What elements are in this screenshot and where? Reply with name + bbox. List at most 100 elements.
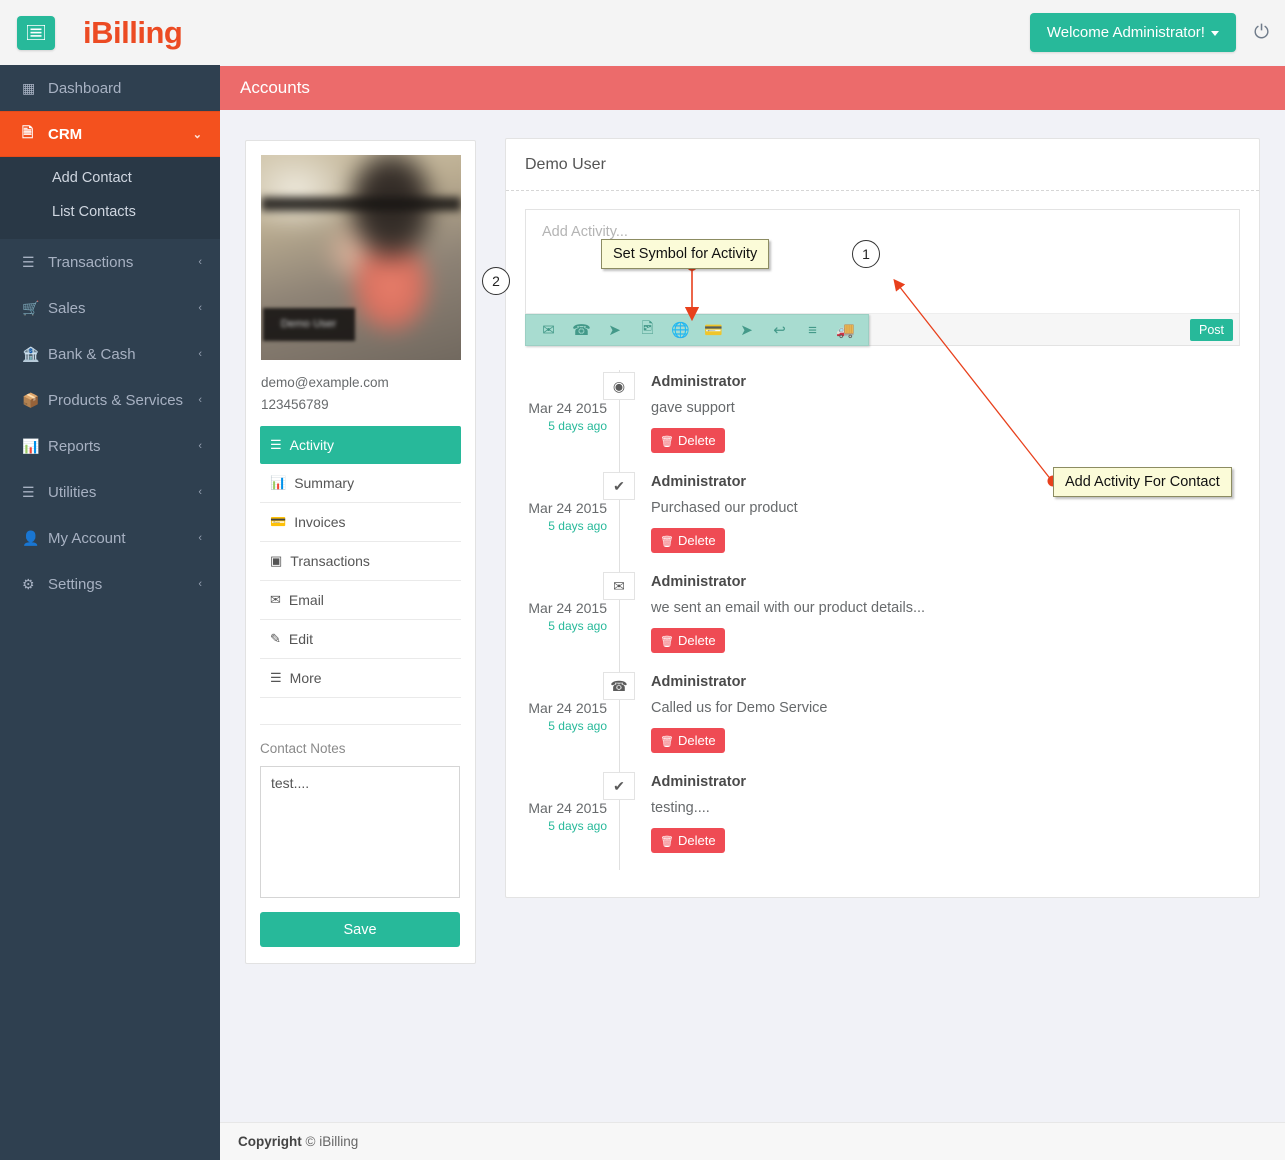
activity-date: Mar 24 2015 (528, 800, 607, 816)
contact-tab-edit[interactable]: ✎ Edit (260, 620, 461, 659)
symbol-truck-icon[interactable]: 🚚 (829, 321, 862, 339)
crm-submenu: Add Contact List Contacts (0, 157, 220, 239)
page-title: Accounts (240, 78, 310, 97)
timeline-line: ✉ (603, 570, 635, 670)
life-ring-icon: ◉ (603, 372, 635, 400)
sidebar-item-utilities[interactable]: ☰ Utilities ‹ (0, 469, 220, 515)
delete-activity-button[interactable]: 🗑 Delete (651, 628, 725, 653)
cart-icon: 🛒 (22, 299, 40, 316)
welcome-admin-dropdown[interactable]: Welcome Administrator! (1029, 13, 1236, 52)
activity-text: Called us for Demo Service (651, 700, 828, 716)
symbol-globe-icon[interactable]: 🌐 (664, 321, 697, 339)
activity-body: Administrator we sent an email with our … (620, 570, 925, 670)
trash-icon: 🗑 (660, 736, 674, 748)
add-activity-composer: ✉ ☎ ➤ 🖻 🌐 💳 ➤ ↩ ≡ 🚚 Post (525, 209, 1240, 346)
timeline-line: ☎ (603, 670, 635, 770)
activity-feed-item: Mar 24 2015 5 days ago ◉ Administrator g… (506, 370, 1259, 470)
top-header-right: Welcome Administrator! ⏻ (1029, 13, 1285, 52)
book-icon: 🗎 (22, 124, 34, 140)
box-icon: 📦 (22, 391, 40, 408)
contact-tab-invoices[interactable]: 💳 Invoices (260, 503, 461, 542)
sidebar-item-my-account[interactable]: 👤 My Account ‹ (0, 515, 220, 561)
activity-body: Administrator testing.... 🗑 Delete (620, 770, 746, 870)
sidebar-item-products-and-services[interactable]: 📦 Products & Services ‹ (0, 377, 220, 423)
check-icon: ✔ (603, 772, 635, 800)
chevron-left-icon: ‹ (198, 256, 202, 268)
delete-activity-button[interactable]: 🗑 Delete (651, 828, 725, 853)
contact-tab-menu: ☰ Activity 📊 Summary 💳 Invoices ▣ Transa… (260, 426, 461, 698)
sidebar-item-label: Utilities (48, 483, 97, 501)
contact-tab-transactions[interactable]: ▣ Transactions (260, 542, 461, 581)
sidebar-item-settings[interactable]: ⚙ Settings ‹ (0, 561, 220, 607)
bar-chart-icon: 📊 (22, 437, 40, 454)
contact-avatar-image: Demo User (260, 155, 461, 360)
sidebar-subitem-list-contacts[interactable]: List Contacts (0, 195, 220, 229)
contact-tab-more[interactable]: ☰ More (260, 659, 461, 698)
symbol-envelope-icon[interactable]: ✉ (532, 321, 565, 339)
contact-tab-activity[interactable]: ☰ Activity (260, 426, 461, 464)
contact-email: demo@example.com (261, 375, 389, 390)
symbol-reply-icon[interactable]: ↩ (763, 321, 796, 339)
menu-toggle-button[interactable] (17, 15, 55, 50)
chevron-left-icon: ‹ (198, 532, 202, 544)
contact-tab-label: Email (288, 592, 324, 608)
sidebar-item-crm[interactable]: 🗎 CRM ⌄ (0, 111, 220, 157)
sidebar-item-bank-and-cash[interactable]: 🏦 Bank & Cash ‹ (0, 331, 220, 377)
sidebar-item-label: Reports (48, 437, 101, 455)
delete-activity-button[interactable]: 🗑 Delete (651, 728, 725, 753)
user-icon: 👤 (22, 529, 40, 546)
envelope-icon: ✉ (603, 572, 635, 600)
avatar-decor-bar (260, 197, 461, 211)
activity-date: Mar 24 2015 (528, 400, 607, 416)
top-header: iBilling Welcome Administrator! ⏻ (0, 0, 1285, 65)
activity-relative-time: 5 days ago (548, 519, 607, 533)
symbol-paper-plane-icon[interactable]: ➤ (598, 321, 631, 339)
sidebar-item-reports[interactable]: 📊 Reports ‹ (0, 423, 220, 469)
activity-icon: ☰ (270, 437, 282, 452)
symbol-location-arrow-icon[interactable]: ➤ (730, 321, 763, 339)
activity-feed-item: Mar 24 2015 5 days ago ☎ Administrator C… (506, 670, 1259, 770)
activity-body: Administrator gave support 🗑 Delete (620, 370, 746, 470)
sidebar-item-transactions[interactable]: ☰ Transactions ‹ (0, 239, 220, 285)
contact-tab-email[interactable]: ✉ Email (260, 581, 461, 620)
save-notes-button[interactable]: Save (260, 912, 460, 947)
chevron-left-icon: ‹ (198, 578, 202, 590)
activity-body: Administrator Purchased our product 🗑 Del… (620, 470, 798, 570)
add-activity-input[interactable] (526, 210, 1239, 308)
list-icon (27, 25, 45, 40)
brand-logo[interactable]: iBilling (83, 15, 183, 51)
sidebar-item-sales[interactable]: 🛒 Sales ‹ (0, 285, 220, 331)
chevron-left-icon: ‹ (198, 440, 202, 452)
post-activity-button[interactable]: Post (1189, 318, 1233, 341)
footer-copyright-rest: © iBilling (301, 1134, 359, 1149)
delete-activity-button[interactable]: 🗑 Delete (651, 428, 725, 453)
activity-text: Purchased our product (651, 500, 798, 516)
power-icon[interactable]: ⏻ (1254, 22, 1269, 44)
symbol-phone-icon[interactable]: ☎ (565, 321, 598, 339)
contact-tab-summary[interactable]: 📊 Summary (260, 464, 461, 503)
sidebar-item-label: Products & Services (48, 391, 184, 409)
symbol-align-left-icon[interactable]: ≡ (796, 322, 829, 339)
bars-icon: ☰ (22, 483, 35, 500)
composer-toolbar: ✉ ☎ ➤ 🖻 🌐 💳 ➤ ↩ ≡ 🚚 Post (525, 313, 1239, 346)
sidebar-item-dashboard[interactable]: ▦ Dashboard (0, 65, 220, 111)
delete-label: Delete (677, 533, 716, 548)
activity-body: Administrator Called us for Demo Service… (620, 670, 828, 770)
trash-icon: 🗑 (660, 436, 674, 448)
sidebar: ▦ Dashboard 🗎 CRM ⌄ Add Contact List Con… (0, 65, 220, 1160)
footer-copyright-bold: Copyright (238, 1134, 302, 1149)
sidebar-subitem-add-contact[interactable]: Add Contact (0, 161, 220, 195)
footer: Copyright © iBilling (220, 1122, 1285, 1160)
trash-icon: 🗑 (660, 636, 674, 648)
activity-text: testing.... (651, 800, 710, 816)
contact-notes-input[interactable] (260, 766, 460, 898)
contact-tab-label: Transactions (290, 553, 370, 569)
delete-activity-button[interactable]: 🗑 Delete (651, 528, 725, 553)
symbol-file-image-icon[interactable]: 🖻 (631, 318, 664, 343)
chevron-down-icon (1210, 30, 1219, 36)
symbol-credit-card-icon[interactable]: 💳 (697, 321, 730, 339)
activity-feed-item: Mar 24 2015 5 days ago ✔ Administrator t… (506, 770, 1259, 870)
main-content: Demo User demo@example.com 123456789 ☰ A… (220, 110, 1285, 1122)
contact-notes-block: Contact Notes Save (260, 724, 461, 947)
activity-feed-item: Mar 24 2015 5 days ago ✔ Administrator P… (506, 470, 1259, 570)
